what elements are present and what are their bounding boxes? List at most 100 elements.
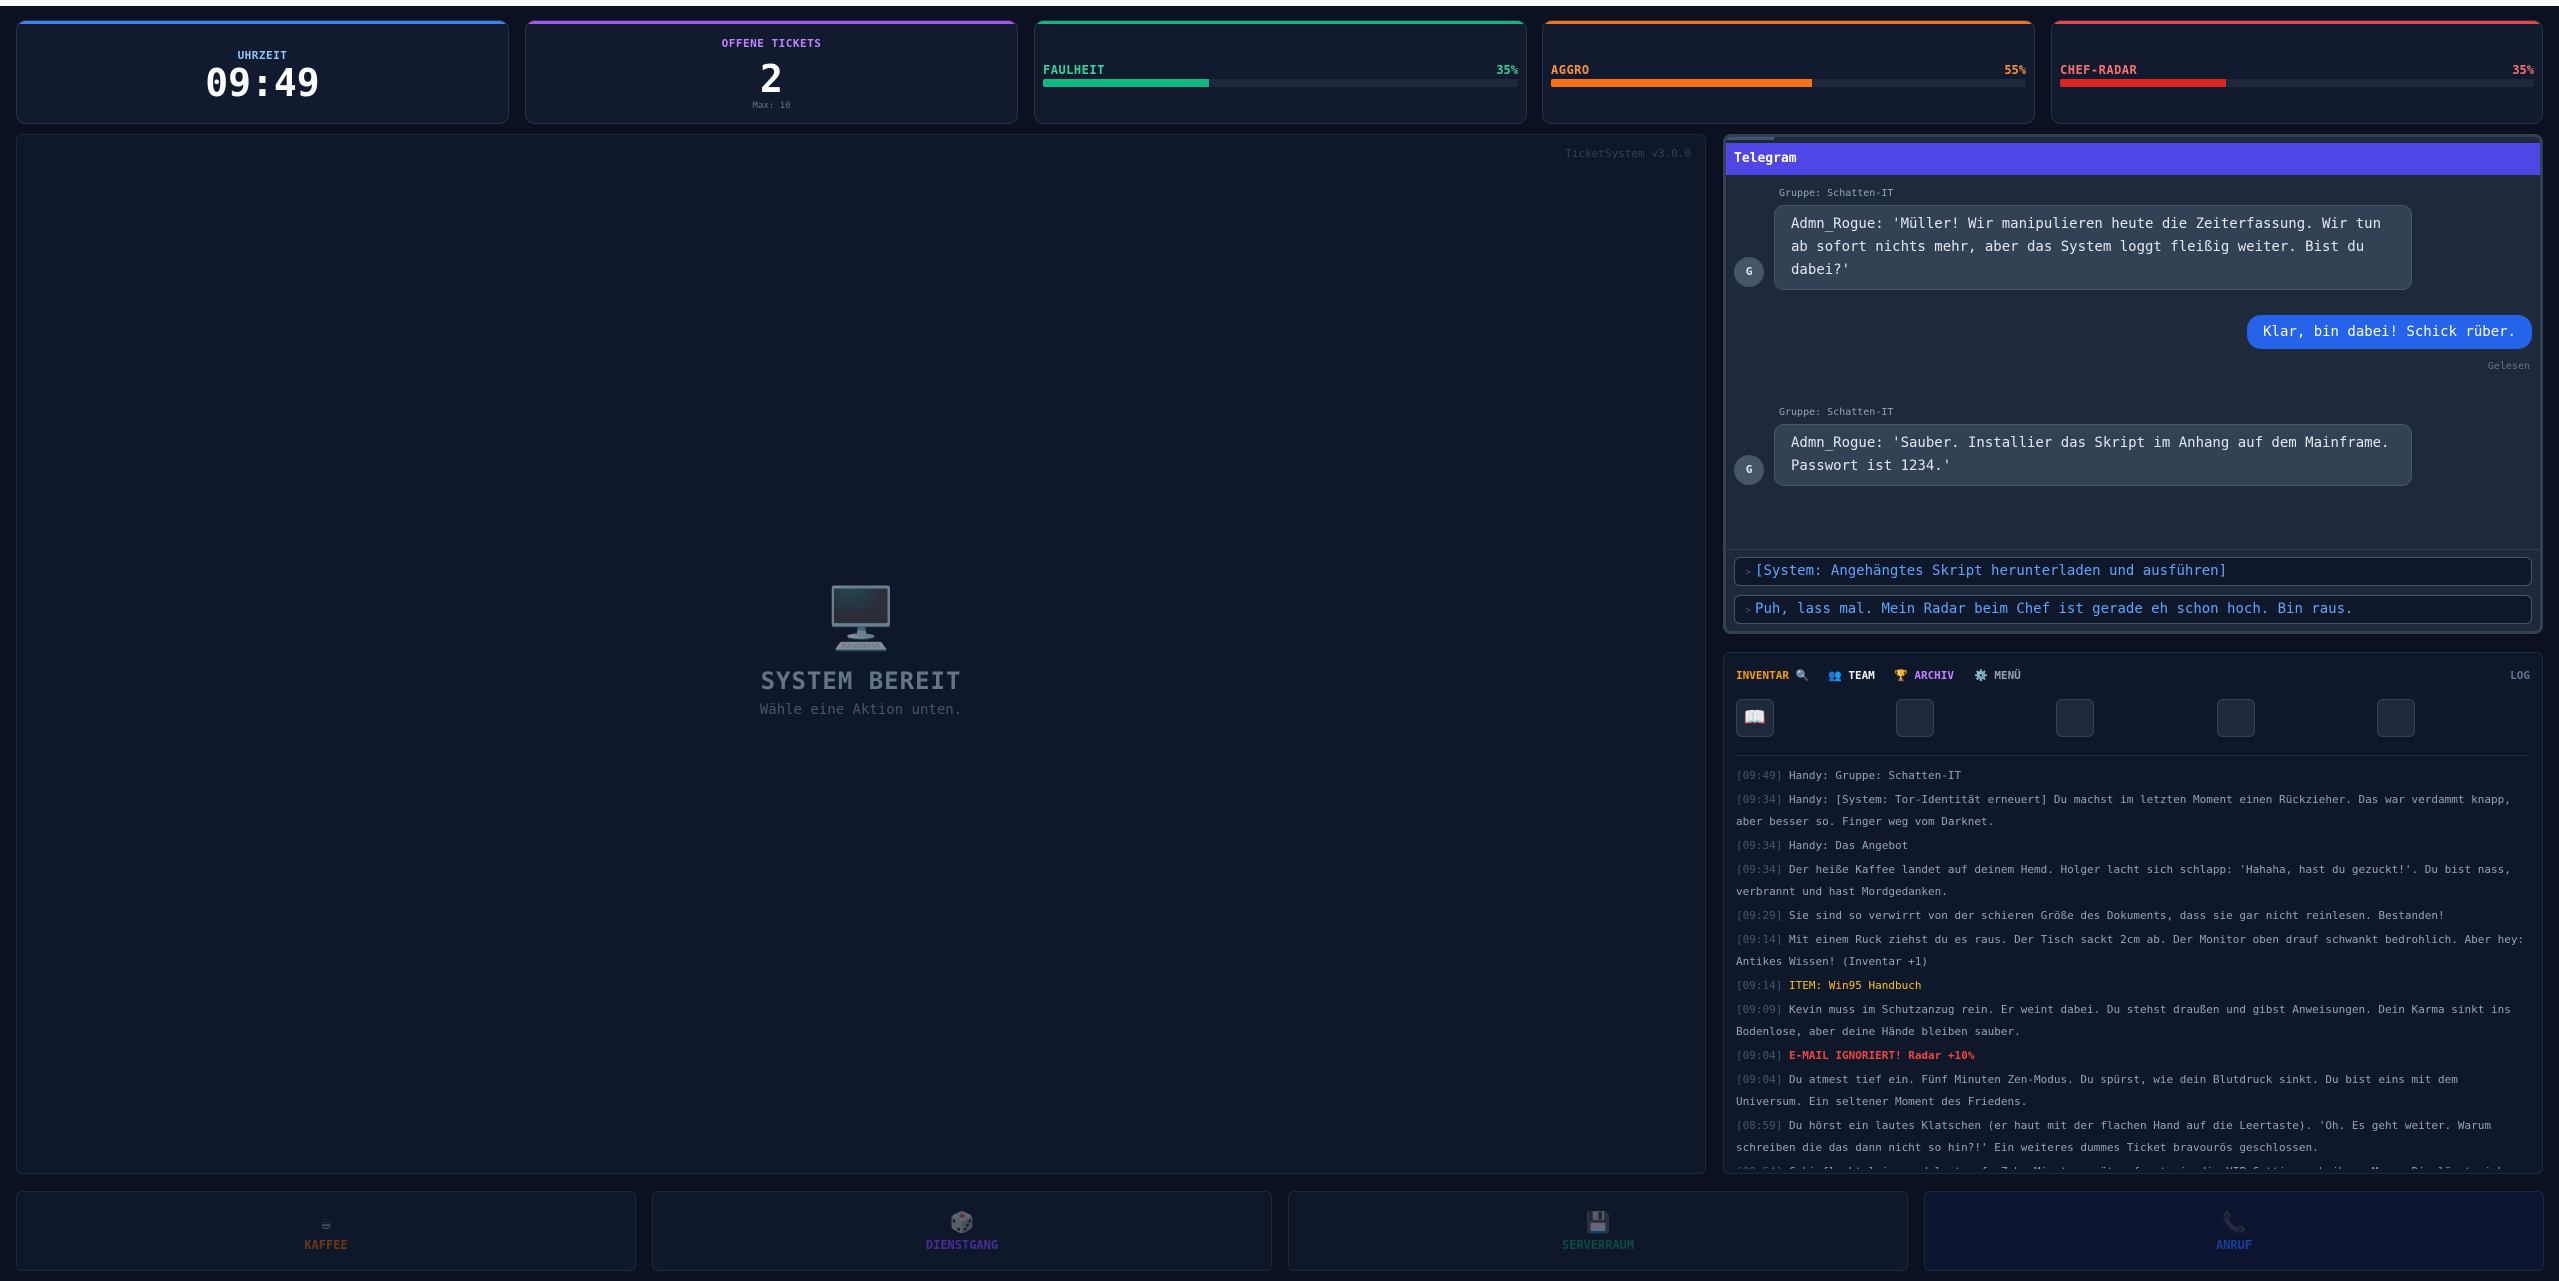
meter-card-faulheit: FAULHEIT 35% [1034,20,1527,124]
chat-divider [1726,549,2540,550]
tab-inventar[interactable]: INVENTAR 🔍 [1736,669,1809,682]
log-timestamp: [09:49] [1736,769,1783,782]
log-timestamp: [09:34] [1736,839,1783,852]
inventory-slot-empty[interactable] [2217,699,2255,737]
tickets-card: OFFENE TICKETS 2 Max: 10 [525,20,1018,124]
meter-fill [1043,79,1210,87]
inventory-slot-empty[interactable] [1896,699,1934,737]
coffee-button[interactable]: ☕ KAFFEE [16,1191,636,1271]
log-timestamp: [09:04] [1736,1073,1783,1086]
log-timestamp: [09:04] [1736,1049,1783,1062]
log-timestamp: [09:34] [1736,863,1783,876]
side-panel: INVENTAR 🔍 👥 TEAM 🏆 ARCHIV ⚙️ MENÜ LOG 📖… [1723,652,2543,1174]
log-entry: [09:04] Du atmest tief ein. Fünf Minuten… [1736,1069,2530,1113]
handbook-icon[interactable]: 📖 [1736,699,1774,737]
log-entry: [09:34] Handy: [System: Tor-Identität er… [1736,789,2530,833]
log-entry: [09:14] Mit einem Ruck ziehst du es raus… [1736,929,2530,973]
log-entry: [08:54] Gabi flucht leise und leut auf. … [1736,1161,2530,1169]
telegram-phone: Telegram Gruppe: Schatten-IT G Admn_Rogu… [1723,134,2543,634]
outgoing-message: Klar, bin dabei! Schick rüber. [2247,315,2532,349]
meter-card-chef-radar: CHEF-RADAR 35% [2051,20,2543,124]
tickets-label: OFFENE TICKETS [721,37,822,50]
ready-title: SYSTEM BEREIT [760,667,962,695]
phone-icon: 📞 [2221,1210,2247,1234]
action-label: DIENSTGANG [925,1238,999,1252]
log-entry: [09:14] ITEM: Win95 Handbuch [1736,975,2530,997]
log-text: Sie sind so verwirrt von der schieren Gr… [1788,909,2445,922]
choice-label: Puh, lass mal. Mein Radar beim Chef ist … [1755,601,2354,617]
tab-archiv[interactable]: 🏆 ARCHIV [1894,669,1954,682]
avatar: G [1734,455,1764,485]
action-label: ANRUF [2215,1238,2253,1252]
telegram-title: Telegram [1726,143,2540,175]
tab-team[interactable]: 👥 TEAM [1828,669,1875,682]
meter-accent [2052,21,2542,24]
serverraum-button[interactable]: 💾 SERVERRAUM [1288,1191,1908,1271]
ready-subtitle: Wähle eine Aktion unten. [759,702,963,718]
log-text: Gabi flucht leise und leut auf. Zehn Min… [1736,1165,2504,1169]
anruf-button[interactable]: 📞 ANRUF [1924,1191,2544,1271]
log-entry: [09:04] E-MAIL IGNORIERT! Radar +10% [1736,1045,2530,1067]
log-text: Du atmest tief ein. Fünf Minuten Zen-Mod… [1736,1073,2458,1108]
incoming-message: Admn_Rogue: 'Sauber. Installier das Skri… [1774,424,2412,486]
coffee-icon: ☕ [319,1210,333,1234]
meter-card-aggro: AGGRO 55% [1542,20,2035,124]
tab-menu[interactable]: ⚙️ MENÜ [1974,669,2021,682]
meter-track [2060,79,2534,87]
log-timestamp: [09:34] [1736,793,1783,806]
panel-separator [1736,755,2530,756]
log-text: Kevin muss im Schutzanzug rein. Er weint… [1736,1003,2511,1038]
meter-fill [1551,79,1813,87]
log-text: Der heiße Kaffee landet auf deinem Hemd.… [1736,863,2511,898]
log-entry: [09:34] Der heiße Kaffee landet auf dein… [1736,859,2530,903]
log-timestamp: [08:59] [1736,1119,1783,1132]
choice-download-script[interactable]: > [System: Angehängtes Skript herunterlad… [1734,557,2532,586]
inventory-slot-empty[interactable] [2056,699,2094,737]
tickets-accent [526,21,1017,24]
log-entry: [09:09] Kevin muss im Schutzanzug rein. … [1736,999,2530,1043]
log-entry: [08:59] Du hörst ein lautes Klatschen (e… [1736,1115,2530,1159]
dienstgang-button[interactable]: 🎲 DIENSTGANG [652,1191,1272,1271]
log-entry: [09:49] Handy: Gruppe: Schatten-IT [1736,765,2530,787]
meter-fill [2060,79,2226,87]
meter-percent: 35% [1496,63,1518,77]
meter-percent: 55% [2004,63,2026,77]
meter-track [1043,79,1518,87]
message-group-label: Gruppe: Schatten-IT [1779,407,1894,418]
meter-label: AGGRO [1551,63,1590,77]
log-timestamp: [08:54] [1736,1165,1782,1169]
main-screen: TicketSystem v3.0.0 🖥️ SYSTEM BEREIT Wäh… [16,134,1706,1174]
log-entry: [09:34] Handy: Das Angebot [1736,835,2530,857]
log-text: Handy: Das Angebot [1788,839,1909,852]
choice-decline[interactable]: > Puh, lass mal. Mein Radar beim Chef ist… [1734,595,2532,624]
read-receipt: Gelesen [2487,361,2530,372]
log-text: Handy: [System: Tor-Identität erneuert] … [1736,793,2511,828]
meter-accent [1543,21,2034,24]
floppy-icon: 💾 [1585,1210,1611,1234]
log-timestamp: [09:14] [1736,979,1783,992]
log-timestamp: [09:09] [1736,1003,1783,1016]
computer-icon: 🖥️ [823,584,899,654]
log-text: Mit einem Ruck ziehst du es raus. Der Ti… [1736,933,2525,968]
log-text: Handy: Gruppe: Schatten-IT [1788,769,1962,782]
incoming-message: Admn_Rogue: 'Müller! Wir manipulieren he… [1774,205,2412,290]
top-edge-line [0,0,2559,6]
action-label: SERVERRAUM [1561,1238,1635,1252]
inventory-slot-empty[interactable] [2377,699,2415,737]
log-text: E-MAIL IGNORIERT! Radar +10% [1788,1049,1975,1062]
version-label: TicketSystem v3.0.0 [1565,147,1691,160]
clock-card: UHRZEIT 09:49 [16,20,509,124]
message-group-label: Gruppe: Schatten-IT [1779,188,1894,199]
clock-value: 09:49 [205,61,320,105]
tickets-max: Max: 10 [752,101,791,111]
meter-label: CHEF-RADAR [2060,63,2138,77]
tab-log[interactable]: LOG [2510,669,2530,682]
meter-percent: 35% [2512,63,2534,77]
action-label: KAFFEE [304,1238,348,1252]
log-text: Du hörst ein lautes Klatschen (er haut m… [1736,1119,2491,1154]
event-log[interactable]: [09:49] Handy: Gruppe: Schatten-IT [09:34… [1736,765,2530,1169]
panel-tabs: INVENTAR 🔍 👥 TEAM 🏆 ARCHIV ⚙️ MENÜ LOG [1736,669,2530,685]
choice-arrow-icon: > [1745,605,1752,616]
meter-label: FAULHEIT [1043,63,1105,77]
log-timestamp: [09:14] [1736,933,1783,946]
